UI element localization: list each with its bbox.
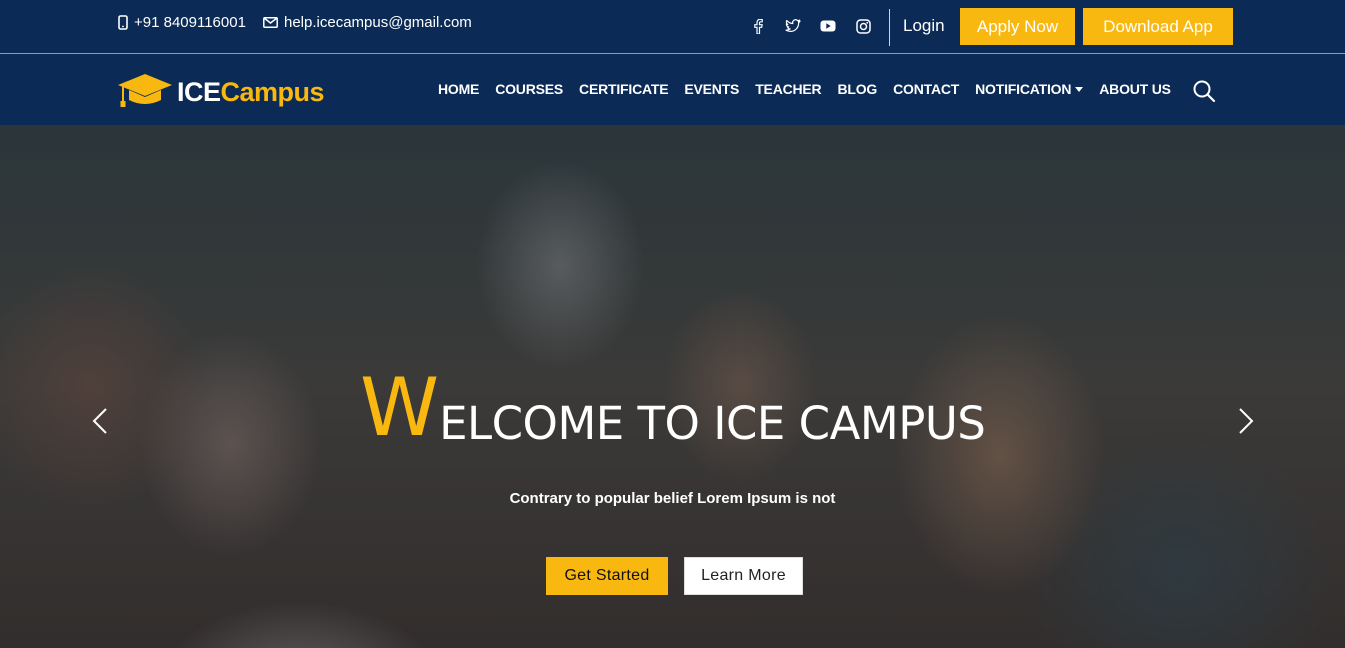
nav-item-courses[interactable]: COURSES [495, 81, 563, 97]
nav-item-notification-label: NOTIFICATION [975, 81, 1072, 97]
chevron-down-icon [1075, 86, 1084, 92]
contact-phone[interactable]: +91 8409116001 [118, 14, 246, 31]
headline-text: ELCOME TO ICE CAMPUS [439, 397, 986, 450]
twitter-icon[interactable] [783, 16, 803, 36]
nav-item-blog[interactable]: BLOG [837, 81, 877, 97]
search-icon[interactable] [1192, 79, 1216, 108]
nav-item-home[interactable]: HOME [438, 81, 479, 97]
main-nav: ICECampus HOME COURSES CERTIFICATE EVENT… [0, 55, 1345, 125]
logo[interactable]: ICECampus [117, 72, 325, 113]
nav-item-about-us[interactable]: ABOUT US [1099, 81, 1171, 97]
carousel-next-icon[interactable] [1238, 407, 1254, 440]
apply-now-button[interactable]: Apply Now [960, 8, 1075, 45]
download-app-button[interactable]: Download App [1083, 8, 1233, 45]
phone-icon [118, 15, 128, 30]
hero-subtitle: Contrary to popular belief Lorem Ipsum i… [509, 490, 836, 507]
graduation-cap-icon [117, 72, 173, 113]
youtube-icon[interactable] [818, 16, 838, 36]
login-link[interactable]: Login [903, 16, 945, 36]
learn-more-button[interactable]: Learn More [684, 557, 803, 595]
headline-initial: W [360, 361, 439, 454]
hero-headline: W ELCOME TO ICE CAMPUS [360, 361, 986, 454]
nav-item-contact[interactable]: CONTACT [893, 81, 959, 97]
phone-number: +91 8409116001 [134, 14, 246, 31]
get-started-button[interactable]: Get Started [546, 557, 668, 595]
instagram-icon[interactable] [853, 16, 873, 36]
logo-text: ICECampus [177, 77, 325, 107]
hero-banner: W ELCOME TO ICE CAMPUS Contrary to popul… [0, 125, 1345, 648]
social-links [748, 16, 873, 36]
divider [889, 9, 890, 46]
nav-item-notification[interactable]: NOTIFICATION [975, 81, 1084, 97]
top-bar: +91 8409116001 help.icecampus@gmail.com … [0, 0, 1345, 54]
nav-item-events[interactable]: EVENTS [684, 81, 739, 97]
nav-item-certificate[interactable]: CERTIFICATE [579, 81, 669, 97]
carousel-prev-icon[interactable] [92, 407, 108, 440]
contact-email[interactable]: help.icecampus@gmail.com [263, 14, 472, 31]
nav-item-teacher[interactable]: TEACHER [755, 81, 821, 97]
nav-menu: HOME COURSES CERTIFICATE EVENTS TEACHER … [438, 81, 1171, 97]
email-address: help.icecampus@gmail.com [284, 14, 472, 31]
facebook-icon[interactable] [748, 16, 768, 36]
mail-icon [263, 17, 278, 28]
